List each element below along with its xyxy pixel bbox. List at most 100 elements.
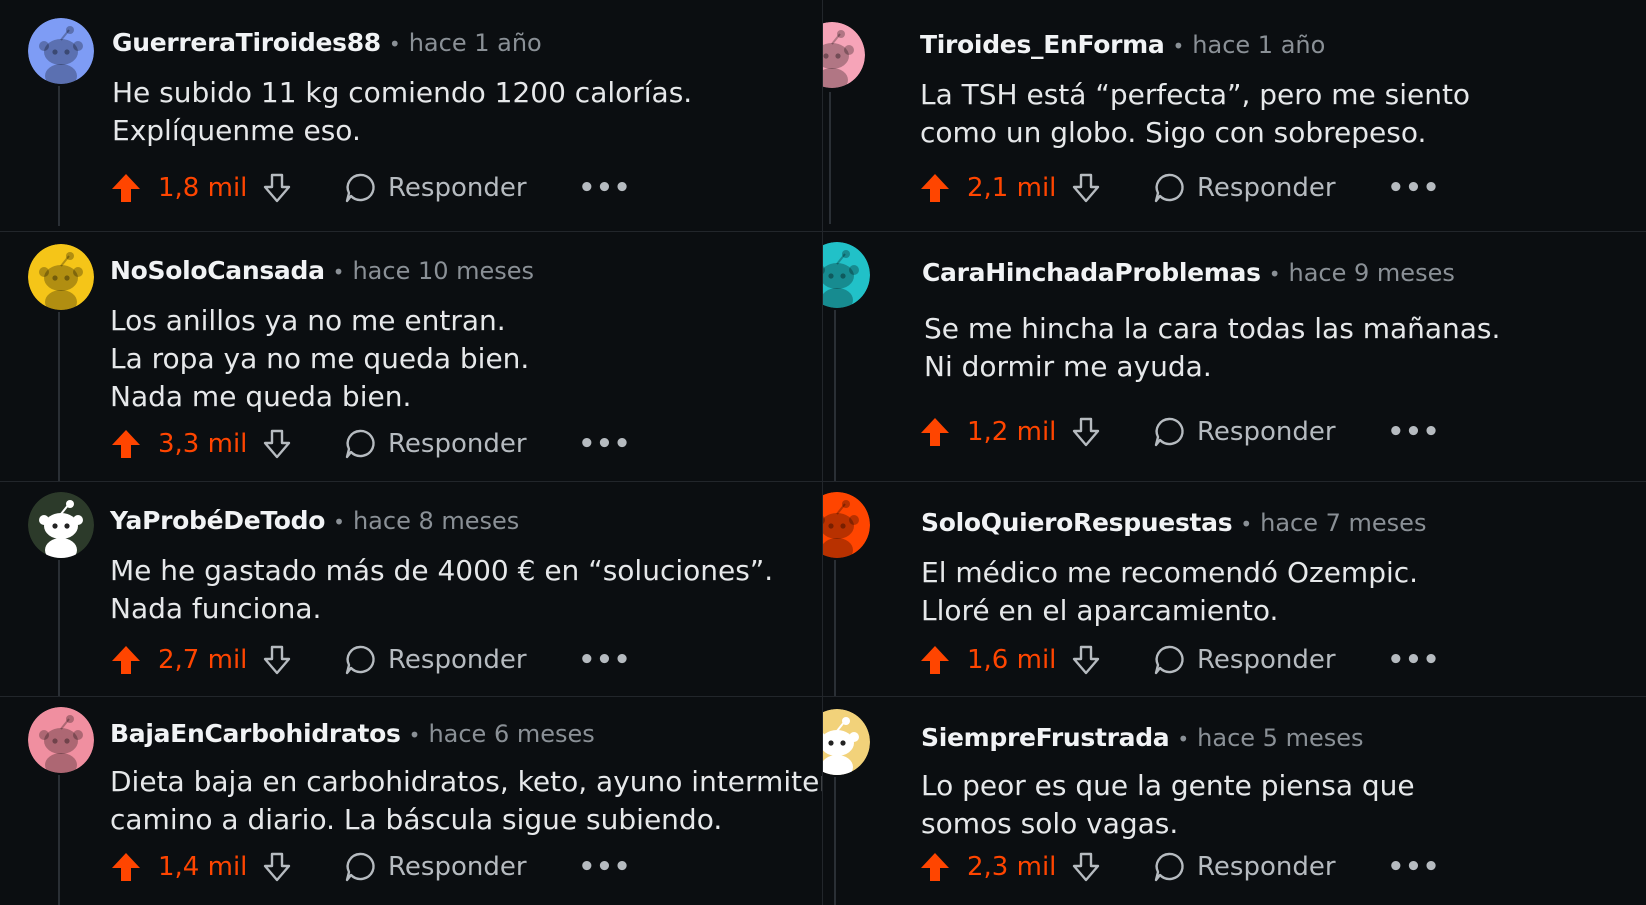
reply-button[interactable]: Responder (344, 851, 527, 883)
comment-text-line: Ni dormir me ayuda. (924, 350, 1212, 383)
username[interactable]: NoSoloCansada (110, 256, 325, 285)
avatar[interactable] (28, 492, 94, 558)
avatar[interactable] (823, 22, 865, 88)
comment-actions: 2,3 mil Responder ••• (919, 847, 1440, 887)
reply-button[interactable]: Responder (344, 644, 527, 676)
timestamp[interactable]: hace 6 meses (428, 720, 594, 748)
reply-label: Responder (1197, 645, 1336, 675)
username[interactable]: YaProbéDeTodo (110, 506, 325, 535)
downvote-arrow-icon[interactable] (262, 428, 292, 460)
more-options-icon[interactable]: ••• (579, 645, 632, 675)
upvote-arrow-icon[interactable] (919, 851, 951, 883)
timestamp[interactable]: hace 1 año (409, 29, 542, 57)
timestamp[interactable]: hace 1 año (1192, 31, 1325, 59)
reply-label: Responder (388, 852, 527, 882)
comment-card: SiempreFrustrada • hace 5 meses Lo peor es … (822, 697, 1646, 905)
more-options-icon[interactable]: ••• (1388, 645, 1441, 675)
thread-line[interactable] (58, 560, 60, 696)
timestamp[interactable]: hace 7 meses (1260, 509, 1426, 537)
comment-text-line: Me he gastado más de 4000 € en “solucion… (110, 554, 774, 587)
username[interactable]: BajaEnCarbohidratos (110, 719, 401, 748)
upvote-arrow-icon[interactable] (919, 644, 951, 676)
separator-dot: • (388, 32, 401, 56)
separator-dot: • (332, 260, 345, 284)
avatar[interactable] (28, 244, 94, 310)
reply-button[interactable]: Responder (344, 172, 527, 204)
comment-text-line: Lloré en el aparcamiento. (921, 594, 1279, 627)
comment-text-line: Nada me queda bien. (110, 380, 412, 413)
comment-text-line: La TSH está “perfecta”, pero me siento (920, 78, 1471, 111)
reply-label: Responder (1197, 173, 1336, 203)
downvote-arrow-icon[interactable] (262, 644, 292, 676)
comment-text-line: Los anillos ya no me entran. (110, 304, 506, 337)
more-options-icon[interactable]: ••• (579, 173, 632, 203)
reply-button[interactable]: Responder (1153, 644, 1336, 676)
timestamp[interactable]: hace 10 meses (352, 257, 534, 285)
upvote-arrow-icon[interactable] (110, 644, 142, 676)
more-options-icon[interactable]: ••• (579, 852, 632, 882)
vote-score: 1,4 mil (158, 852, 248, 882)
avatar[interactable] (28, 18, 94, 84)
speech-bubble-icon (1153, 851, 1185, 883)
reply-button[interactable]: Responder (344, 428, 527, 460)
username[interactable]: GuerreraTiroides88 (112, 28, 381, 57)
thread-line[interactable] (58, 312, 60, 481)
more-options-icon[interactable]: ••• (1388, 852, 1441, 882)
upvote-arrow-icon[interactable] (110, 428, 142, 460)
downvote-arrow-icon[interactable] (262, 851, 292, 883)
upvote-arrow-icon[interactable] (919, 172, 951, 204)
timestamp[interactable]: hace 8 meses (353, 507, 519, 535)
downvote-arrow-icon[interactable] (262, 172, 292, 204)
upvote-arrow-icon[interactable] (110, 172, 142, 204)
timestamp[interactable]: hace 9 meses (1289, 259, 1455, 287)
avatar[interactable] (28, 707, 94, 773)
downvote-arrow-icon[interactable] (1071, 172, 1101, 204)
comment-body: Los anillos ya no me entran. La ropa ya n… (110, 302, 529, 416)
comment-body: Lo peor es que la gente piensa que somos … (921, 767, 1415, 843)
upvote-arrow-icon[interactable] (919, 416, 951, 448)
avatar[interactable] (823, 242, 870, 308)
downvote-arrow-icon[interactable] (1071, 644, 1101, 676)
comment-text-line: Lo peor es que la gente piensa que (921, 769, 1415, 802)
timestamp[interactable]: hace 5 meses (1197, 724, 1363, 752)
avatar[interactable] (823, 709, 870, 775)
comment-actions: 1,4 mil Responder ••• (110, 847, 631, 887)
comment-card: BajaEnCarbohidratos • hace 6 meses Dieta ba… (0, 697, 822, 905)
comment-card: GuerreraTiroides88 • hace 1 año He subido 1… (0, 0, 822, 232)
vote-score: 2,7 mil (158, 645, 248, 675)
speech-bubble-icon (344, 172, 376, 204)
thread-line[interactable] (58, 775, 60, 905)
vote-score: 1,2 mil (967, 417, 1057, 447)
reply-label: Responder (388, 173, 527, 203)
separator-dot: • (1240, 512, 1253, 536)
username[interactable]: CaraHinchadaProblemas (922, 258, 1261, 287)
thread-line[interactable] (834, 310, 836, 481)
username[interactable]: SoloQuieroRespuestas (921, 508, 1233, 537)
comment-card: SoloQuieroRespuestas • hace 7 meses El médi… (822, 482, 1646, 697)
reply-button[interactable]: Responder (1153, 416, 1336, 448)
reply-button[interactable]: Responder (1153, 172, 1336, 204)
downvote-arrow-icon[interactable] (1071, 851, 1101, 883)
more-options-icon[interactable]: ••• (579, 429, 632, 459)
more-options-icon[interactable]: ••• (1388, 417, 1441, 447)
avatar[interactable] (823, 492, 870, 558)
comment-text-line: camino a diario. La báscula sigue subien… (110, 803, 723, 836)
more-options-icon[interactable]: ••• (1388, 173, 1441, 203)
comment-text-line: He subido 11 kg comiendo 1200 calorías. (112, 76, 693, 109)
thread-line[interactable] (834, 560, 836, 696)
username[interactable]: Tiroides_EnForma (920, 30, 1165, 59)
comment-text-line: Explíquenme eso. (112, 114, 361, 147)
upvote-arrow-icon[interactable] (110, 851, 142, 883)
separator-dot: • (1177, 727, 1190, 751)
username[interactable]: SiempreFrustrada (921, 723, 1170, 752)
speech-bubble-icon (344, 851, 376, 883)
reply-button[interactable]: Responder (1153, 851, 1336, 883)
separator-dot: • (333, 510, 345, 534)
speech-bubble-icon (1153, 416, 1185, 448)
thread-line[interactable] (834, 777, 836, 905)
thread-line[interactable] (829, 92, 831, 224)
thread-line[interactable] (58, 86, 60, 226)
downvote-arrow-icon[interactable] (1071, 416, 1101, 448)
separator-dot: • (408, 723, 421, 747)
vote-score: 2,1 mil (967, 173, 1057, 203)
